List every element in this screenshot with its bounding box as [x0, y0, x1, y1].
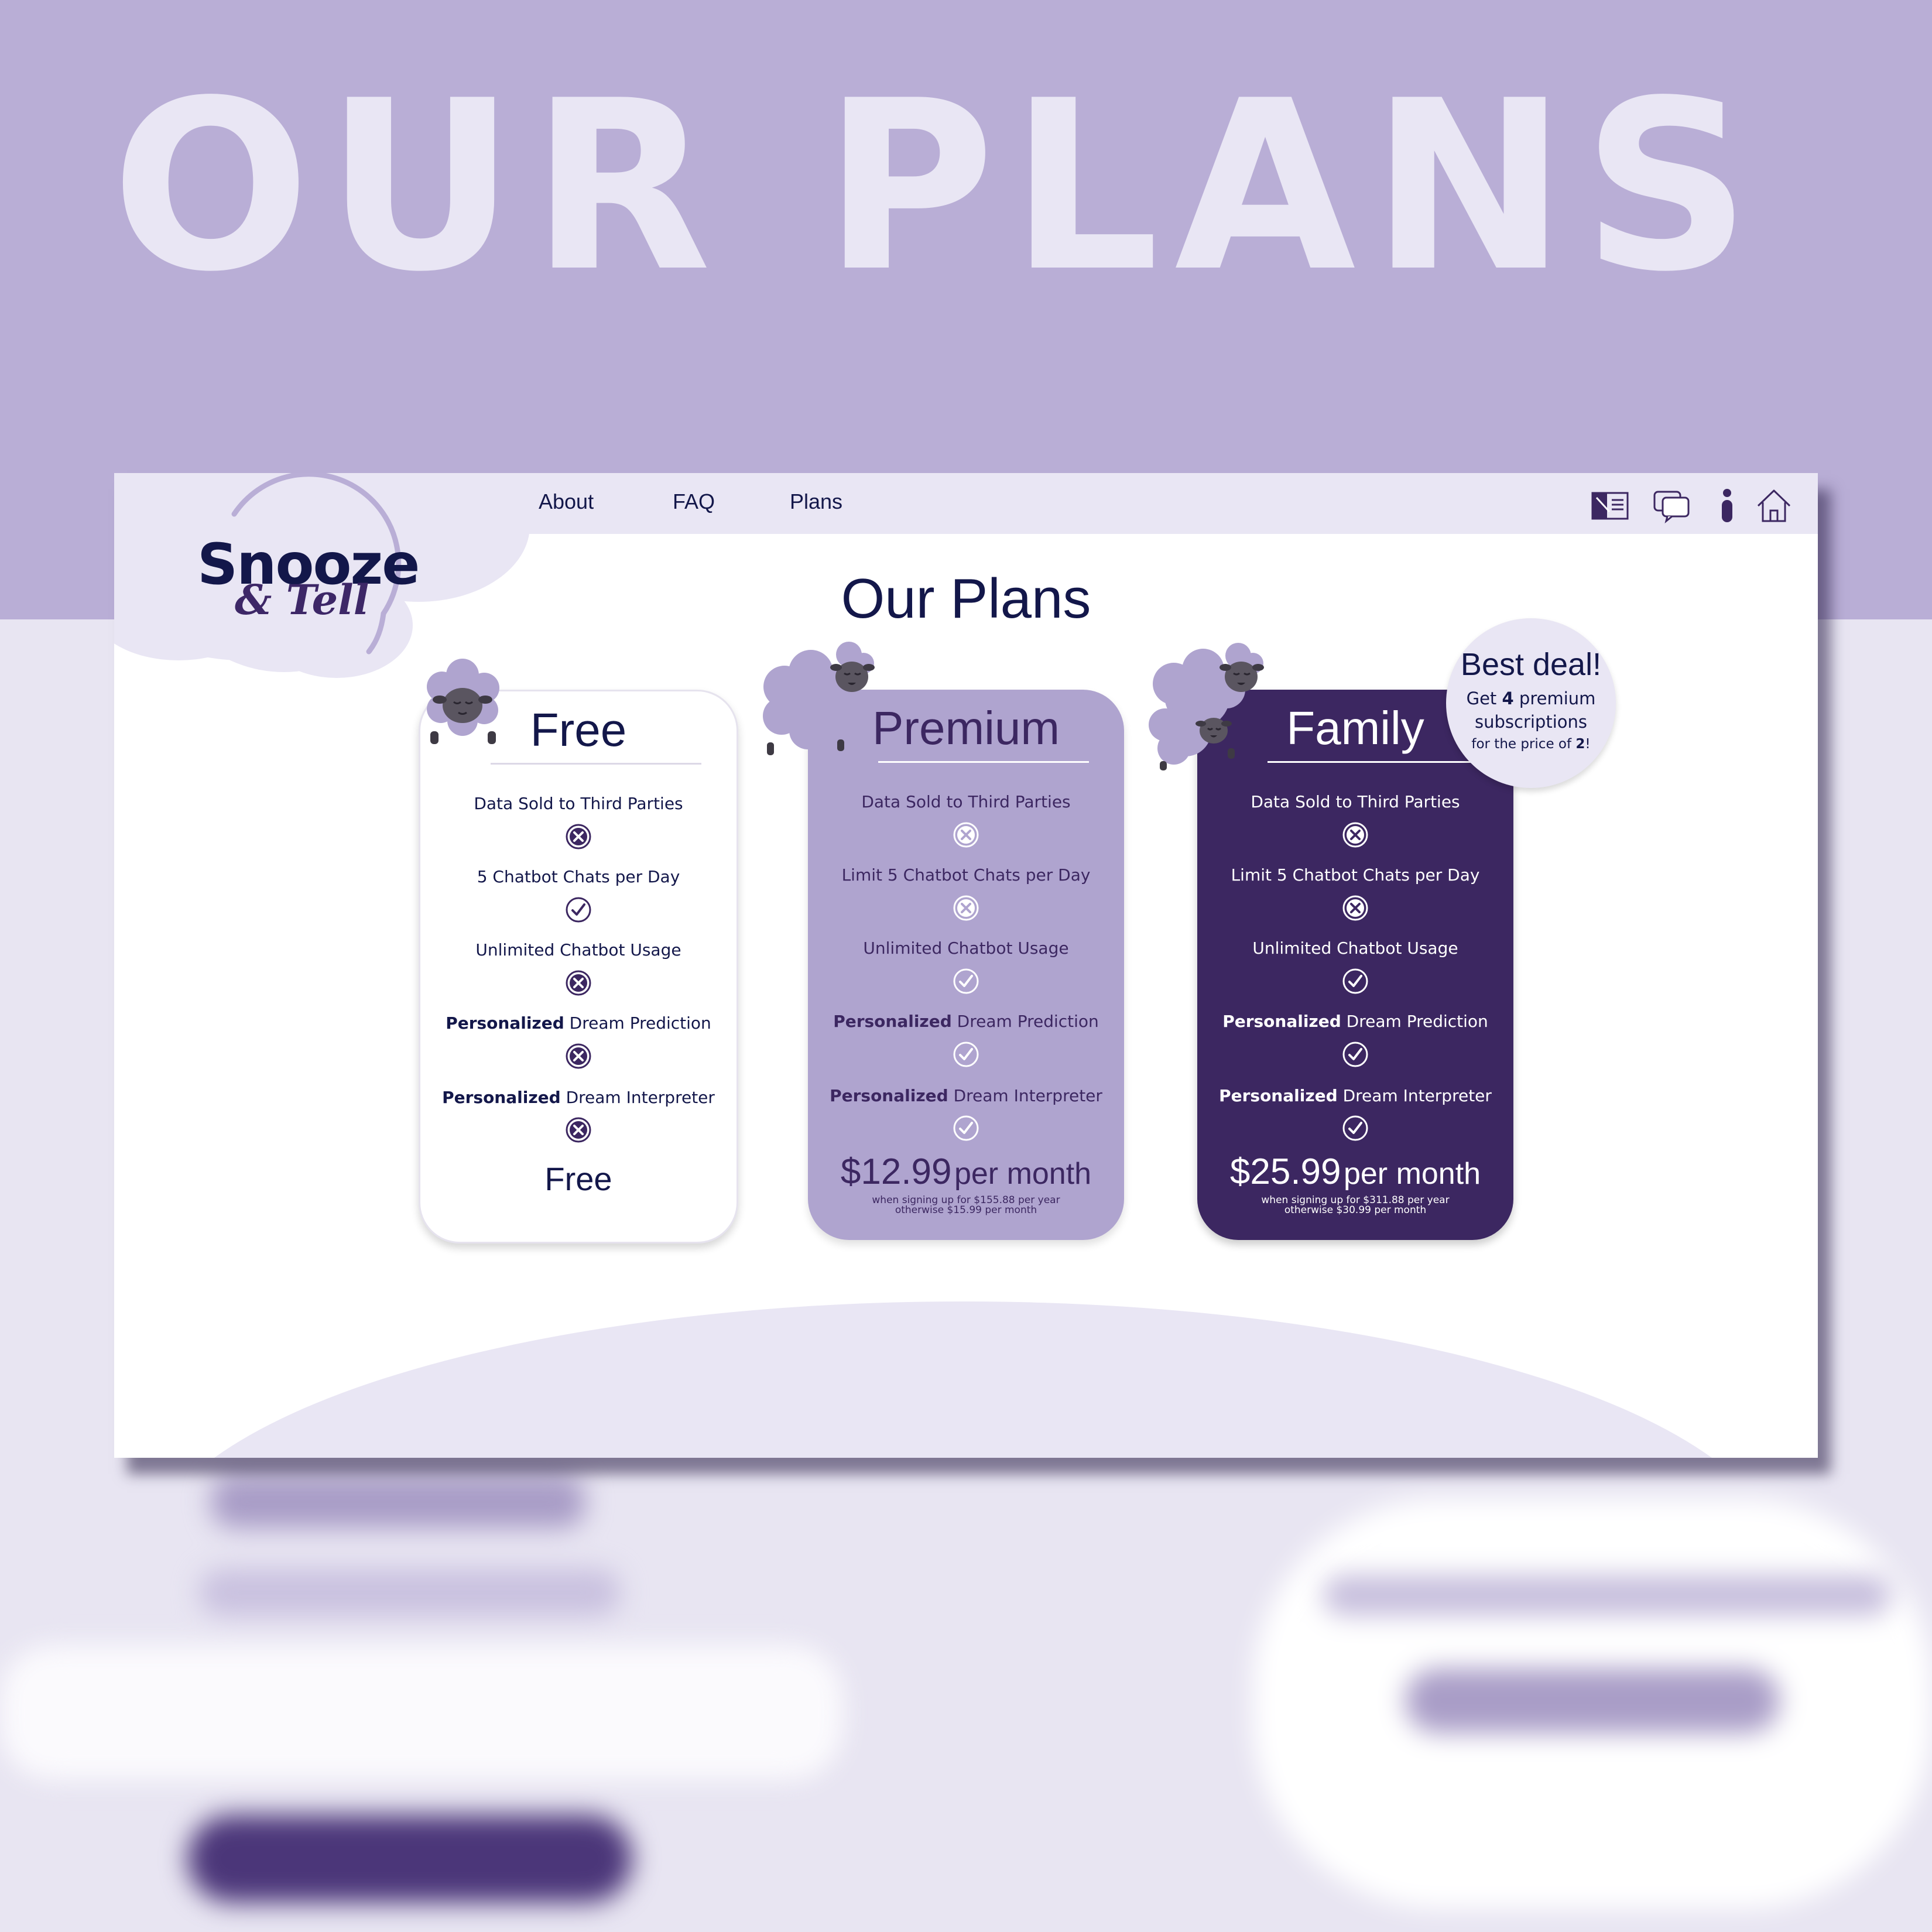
feature-label: Personalized Dream Prediction	[1222, 1012, 1488, 1031]
feature-label: Unlimited Chatbot Usage	[475, 940, 681, 960]
feature-label: Personalized Dream Prediction	[833, 1012, 1099, 1031]
feature-label: Personalized Dream Interpreter	[830, 1086, 1102, 1105]
blurred-block	[1405, 1669, 1780, 1733]
hero-title: OUR PLANS	[111, 51, 1766, 323]
badge-line: for the price of 2!	[1471, 737, 1591, 752]
plan-price: $12.99 per month	[840, 1152, 1092, 1192]
divider	[878, 761, 1089, 763]
price-note: otherwise $15.99 per month	[895, 1204, 1037, 1216]
home-icon[interactable]	[1753, 485, 1794, 526]
ground-hill	[143, 1301, 1783, 1458]
check-icon	[1342, 968, 1368, 994]
cross-icon	[1342, 895, 1368, 921]
plan-price: Free	[544, 1160, 612, 1197]
plan-price: $25.99 per month	[1229, 1152, 1481, 1192]
cross-icon	[566, 824, 591, 849]
blurred-block	[0, 1645, 843, 1780]
blurred-block	[1323, 1575, 1891, 1616]
cross-icon	[953, 895, 979, 921]
sheep-icon	[763, 642, 875, 755]
feature-label: Limit 5 Chatbot Chats per Day	[1231, 865, 1480, 885]
best-deal-badge: Best deal! Get 4 premium subscriptions f…	[1446, 618, 1616, 788]
badge-line: Get 4 premium	[1466, 688, 1596, 708]
divider	[1268, 761, 1478, 763]
feature-label: Unlimited Chatbot Usage	[1252, 938, 1458, 958]
divider	[491, 763, 701, 765]
cross-icon	[953, 822, 979, 848]
sheep-icon	[1149, 643, 1264, 770]
check-icon	[1342, 1115, 1368, 1141]
nav-link-plans[interactable]: Plans	[790, 489, 842, 514]
sheep-icon	[427, 659, 499, 744]
blurred-block	[187, 1815, 632, 1903]
journal-icon[interactable]	[1590, 485, 1630, 526]
check-icon	[953, 968, 979, 994]
app-window: Snooze & Tell About FAQ Plans Our Plans …	[114, 473, 1818, 1458]
feature-label: Personalized Dream Interpreter	[1219, 1086, 1492, 1105]
plan-card-family[interactable]: Family Data Sold to Third Parties Limit …	[1197, 690, 1513, 1240]
feature-label: Unlimited Chatbot Usage	[863, 938, 1069, 958]
blurred-block	[199, 1569, 621, 1616]
feature-label: Data Sold to Third Parties	[861, 792, 1071, 811]
nav-link-faq[interactable]: FAQ	[673, 489, 715, 514]
plan-card-premium[interactable]: Premium Data Sold to Third Parties Limit…	[808, 690, 1124, 1240]
cross-icon	[566, 1043, 591, 1069]
cross-icon	[566, 970, 591, 996]
blurred-background-content	[0, 1434, 1932, 1932]
badge-line: subscriptions	[1475, 712, 1587, 732]
nav-link-about[interactable]: About	[539, 489, 594, 514]
feature-label: Data Sold to Third Parties	[1251, 792, 1460, 811]
cross-icon	[1342, 822, 1368, 848]
badge-title: Best deal!	[1460, 647, 1602, 682]
info-person-icon[interactable]	[1707, 485, 1748, 526]
feature-label: Limit 5 Chatbot Chats per Day	[841, 865, 1091, 885]
blurred-block	[211, 1475, 585, 1528]
feature-label: 5 Chatbot Chats per Day	[477, 867, 680, 886]
chat-bubbles-icon[interactable]	[1651, 485, 1692, 526]
page-title: Our Plans	[841, 567, 1091, 630]
check-icon	[953, 1042, 979, 1067]
check-icon	[566, 897, 591, 923]
check-icon	[953, 1115, 979, 1141]
feature-label: Data Sold to Third Parties	[474, 794, 683, 813]
feature-label: Personalized Dream Interpreter	[442, 1088, 715, 1107]
plan-card-free[interactable]: Free Data Sold to Third Parties 5 Chatbo…	[419, 690, 738, 1244]
price-note: otherwise $30.99 per month	[1284, 1204, 1427, 1216]
check-icon	[1342, 1042, 1368, 1067]
feature-label: Personalized Dream Prediction	[446, 1013, 711, 1033]
cross-icon	[566, 1117, 591, 1143]
